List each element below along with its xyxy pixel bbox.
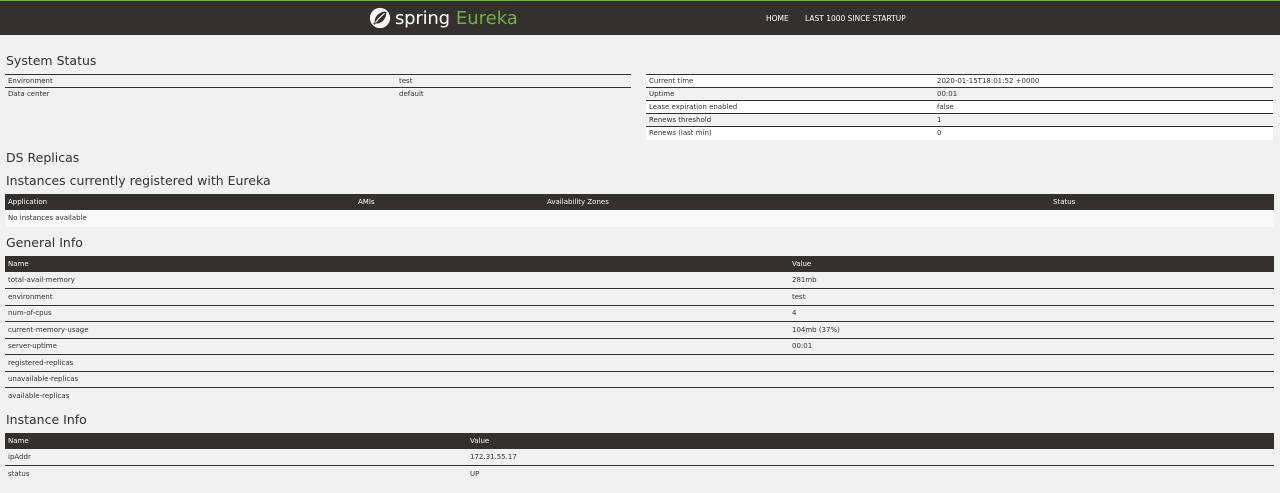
column-header-value: Value [789,256,1274,272]
table-row: num-of-cpus 4 [5,305,1274,322]
table-row: Renews threshold 1 [646,113,1273,127]
status-label: Uptime [646,87,934,101]
table-row: Uptime 00:01 [646,87,1273,101]
column-header-name: Name [5,256,789,272]
status-value: default [396,87,631,101]
info-value [789,371,1274,388]
info-name: num-of-cpus [5,305,789,322]
table-row: ipAddr 172.31.55.17 [5,449,1274,466]
info-name: unavailable-replicas [5,371,789,388]
nav-last1000-link[interactable]: LAST 1000 SINCE STARTUP [805,14,906,23]
table-row: environment test [5,288,1274,306]
status-value: 1 [934,113,1273,127]
table-row: total-avail-memory 281mb [5,272,1274,289]
instances-table: Application AMIs Availability Zones Stat… [5,194,1274,227]
table-row: Lease expiration enabled false [646,100,1273,114]
empty-instances-message: No instances available [5,210,1274,227]
table-header-row: Name Value [5,256,1274,272]
info-name: available-replicas [5,387,789,404]
general-info-table: Name Value total-avail-memory 281mb envi… [5,256,1274,404]
system-status-right-table: Current time 2020-01-15T18:01:52 +0000 U… [646,74,1273,140]
column-header-amis: AMIs [355,194,544,210]
column-header-value: Value [467,433,1274,449]
general-info-title: General Info [6,235,83,250]
table-header-row: Application AMIs Availability Zones Stat… [5,194,1274,210]
system-status-title: System Status [6,53,97,68]
table-row: unavailable-replicas [5,371,1274,388]
status-label: Current time [646,74,934,88]
info-name: ipAddr [5,449,467,466]
column-header-status: Status [1050,194,1274,210]
table-row: registered-replicas [5,354,1274,372]
instances-title: Instances currently registered with Eure… [6,173,271,188]
spring-leaf-icon [369,7,391,29]
info-name: environment [5,288,789,306]
brand-eureka-text: Eureka [455,7,518,29]
status-label: Data center [5,87,396,101]
status-value: 00:01 [934,87,1273,101]
info-name: server-uptime [5,338,789,355]
status-value: 2020-01-15T18:01:52 +0000 [934,74,1273,88]
info-value: 4 [789,305,1274,322]
status-value: test [396,74,631,88]
info-value: 281mb [789,272,1274,289]
instance-info-title: Instance Info [6,412,87,427]
status-label: Environment [5,74,396,88]
column-header-name: Name [5,433,467,449]
info-name: status [5,465,467,482]
info-value [789,354,1274,372]
table-row: Renews (last min) 0 [646,126,1273,140]
nav-home-link[interactable]: HOME [766,14,789,23]
info-value: 172.31.55.17 [467,449,1274,466]
table-row: available-replicas [5,387,1274,404]
table-row: No instances available [5,210,1274,227]
status-value: 0 [934,126,1273,140]
table-row: Current time 2020-01-15T18:01:52 +0000 [646,74,1273,88]
table-row: Environment test [5,74,631,88]
column-header-application: Application [5,194,355,210]
instance-info-table: Name Value ipAddr 172.31.55.17 status UP [5,433,1274,482]
brand-logo-link[interactable]: spring Eureka [369,6,518,30]
system-status-left-table: Environment test Data center default [5,74,631,101]
table-row: server-uptime 00:01 [5,338,1274,355]
navbar: spring Eureka HOME LAST 1000 SINCE START… [0,0,1280,35]
info-name: current-memory-usage [5,321,789,339]
table-row: current-memory-usage 104mb (37%) [5,321,1274,339]
table-row: Data center default [5,87,631,101]
table-row: status UP [5,465,1274,482]
info-value [789,387,1274,404]
status-label: Renews threshold [646,113,934,127]
column-header-availability-zones: Availability Zones [544,194,1050,210]
info-value: UP [467,465,1274,482]
status-label: Lease expiration enabled [646,100,934,114]
status-label: Renews (last min) [646,126,934,140]
ds-replicas-title: DS Replicas [6,150,80,165]
brand-spring-text: spring [395,7,450,29]
info-value: test [789,288,1274,306]
status-value: false [934,100,1273,114]
info-value: 104mb (37%) [789,321,1274,339]
table-header-row: Name Value [5,433,1274,449]
info-value: 00:01 [789,338,1274,355]
info-name: total-avail-memory [5,272,789,289]
info-name: registered-replicas [5,354,789,372]
